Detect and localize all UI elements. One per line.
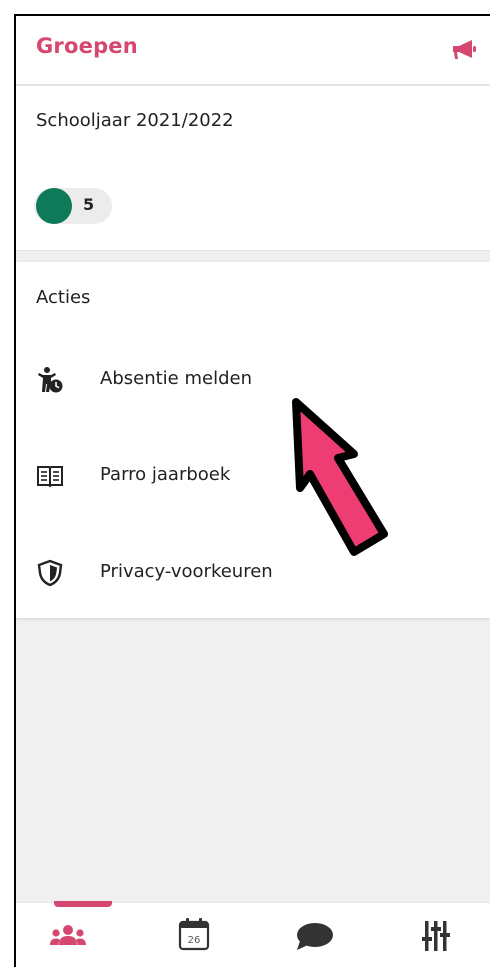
- action-label-yearbook: Parro jaarboek: [100, 464, 231, 485]
- group-chip[interactable]: 5: [34, 188, 112, 224]
- group-count: 5: [83, 195, 95, 214]
- action-yearbook[interactable]: Parro jaarboek: [16, 446, 490, 506]
- app-header: Groepen: [16, 16, 490, 84]
- actions-card: Acties Absentie melden Parro jaarboek Pr…: [16, 262, 490, 618]
- chat-bubble-icon: [297, 923, 333, 950]
- active-tab-indicator: [54, 901, 112, 907]
- settings-sliders-icon: [422, 921, 450, 951]
- tab-settings[interactable]: [400, 903, 480, 967]
- groups-icon: [50, 925, 86, 945]
- child-clock-icon: [36, 366, 64, 394]
- annotation-arrow-icon: [292, 398, 388, 556]
- shield-icon: [36, 559, 64, 587]
- group-color-dot: [36, 188, 72, 224]
- action-label-privacy: Privacy-voorkeuren: [100, 561, 273, 582]
- actions-heading: Acties: [36, 287, 91, 308]
- school-year-label: Schooljaar 2021/2022: [36, 110, 234, 131]
- app-frame: Groepen Schooljaar 2021/2022 5 Acties Ab…: [14, 14, 490, 967]
- tab-groups[interactable]: [24, 901, 112, 967]
- school-year-card: Schooljaar 2021/2022 5: [16, 86, 490, 251]
- action-absence-report[interactable]: Absentie melden: [16, 350, 490, 410]
- page-title: Groepen: [36, 34, 138, 58]
- book-icon: [36, 462, 64, 490]
- action-label-absence: Absentie melden: [100, 368, 252, 389]
- action-privacy-preferences[interactable]: Privacy-voorkeuren: [16, 543, 490, 603]
- tab-messages[interactable]: [282, 903, 362, 967]
- calendar-icon: 26: [178, 918, 210, 951]
- tab-calendar[interactable]: 26: [152, 903, 232, 967]
- megaphone-icon[interactable]: [450, 36, 478, 64]
- calendar-day: 26: [188, 935, 201, 946]
- bottom-tab-bar: 26: [16, 901, 490, 967]
